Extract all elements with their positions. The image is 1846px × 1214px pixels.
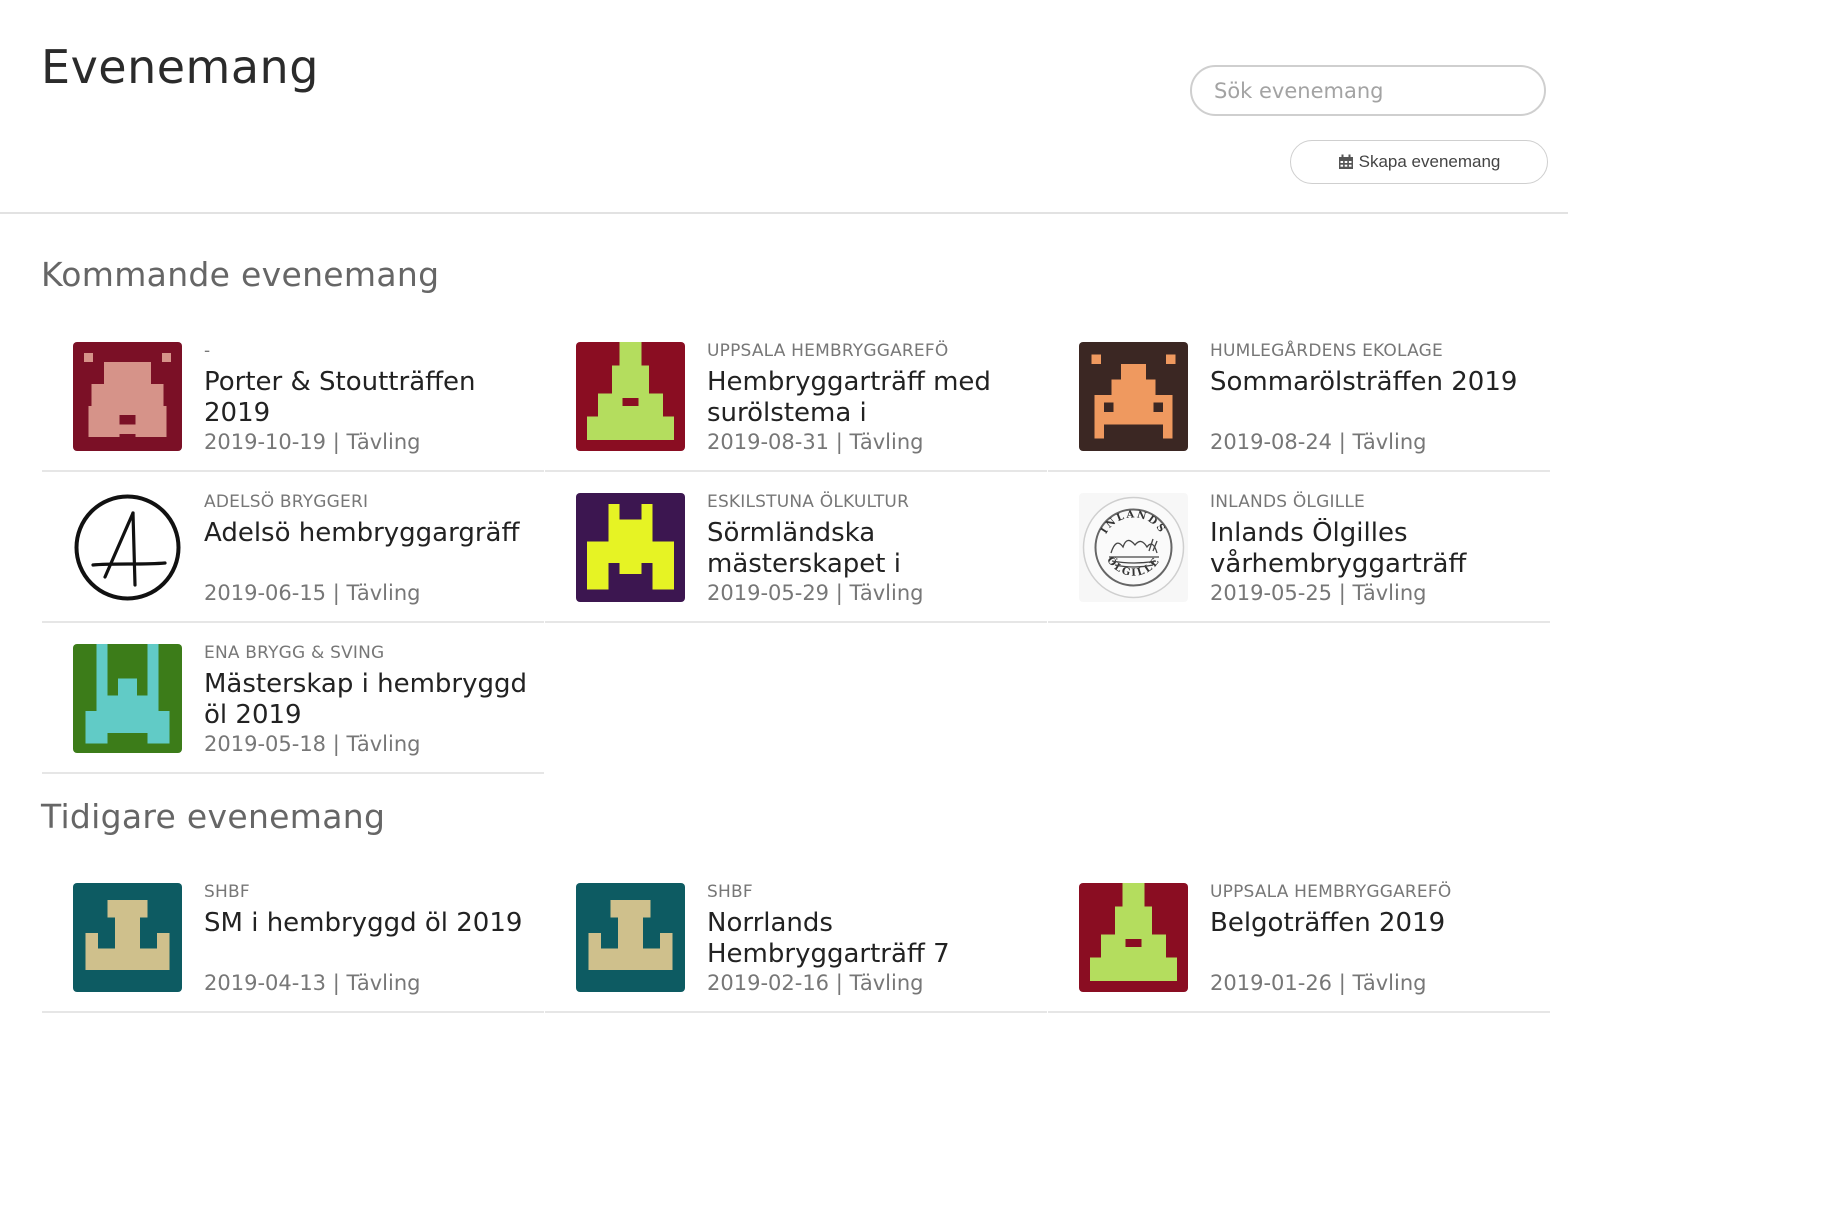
event-type: Tävling [346, 732, 421, 756]
event-organizer: ESKILSTUNA ÖLKULTUR [707, 492, 910, 512]
event-card[interactable]: - Porter & Stoutträffen 2019 2019-10-19 | … [42, 321, 544, 472]
event-title[interactable]: Inlands Ölgilles vårhembryggarträff [1210, 518, 1544, 580]
meta-separator: | [326, 581, 347, 605]
event-title[interactable]: Norrlands Hembryggarträff 7 [707, 908, 1041, 970]
event-type: Tävling [346, 971, 421, 995]
event-type: Tävling [849, 581, 924, 605]
shbf-logo-icon [73, 883, 182, 992]
event-organizer: ADELSÖ BRYGGERI [204, 492, 369, 512]
meta-separator: | [829, 430, 850, 454]
upcoming-section-title: Kommande evenemang [41, 255, 440, 294]
event-card[interactable]: ESKILSTUNA ÖLKULTUR Sörmländska mästerska… [545, 472, 1047, 623]
event-card[interactable]: SHBF Norrlands Hembryggarträff 7 2019-02-1… [545, 862, 1047, 1013]
event-date: 2019-06-15 [204, 581, 327, 605]
event-type: Tävling [1352, 581, 1427, 605]
event-meta: 2019-01-26 | Tävling [1210, 971, 1426, 995]
past-section-title: Tidigare evenemang [41, 797, 386, 836]
event-organizer: SHBF [707, 882, 753, 902]
event-organizer: - [204, 341, 211, 361]
inlands-logo-icon: INLANDS ÖLGILLE [1079, 493, 1188, 602]
page-title: Evenemang [41, 40, 319, 94]
event-organizer: INLANDS ÖLGILLE [1210, 492, 1365, 512]
porter-logo-icon [73, 342, 182, 451]
meta-separator: | [1332, 581, 1353, 605]
meta-separator: | [829, 581, 850, 605]
meta-separator: | [326, 971, 347, 995]
meta-separator: | [829, 971, 850, 995]
event-meta: 2019-05-29 | Tävling [707, 581, 923, 605]
upcoming-events-grid: - Porter & Stoutträffen 2019 2019-10-19 | … [42, 321, 1550, 774]
event-meta: 2019-08-31 | Tävling [707, 430, 923, 454]
uppsala-logo-icon [576, 342, 685, 451]
event-organizer: ENA BRYGG & SVING [204, 643, 385, 663]
event-title[interactable]: Mästerskap i hembryggd öl 2019 [204, 669, 538, 731]
event-organizer: HUMLEGÅRDENS EKOLAGE [1210, 341, 1443, 361]
event-date: 2019-01-26 [1210, 971, 1333, 995]
event-date: 2019-08-31 [707, 430, 830, 454]
event-meta: 2019-06-15 | Tävling [204, 581, 420, 605]
event-card[interactable]: ENA BRYGG & SVING Mästerskap i hembryggd … [42, 623, 544, 774]
humlegarden-logo-icon [1079, 342, 1188, 451]
meta-separator: | [1332, 971, 1353, 995]
event-card[interactable]: SHBF SM i hembryggd öl 2019 2019-04-13 | T… [42, 862, 544, 1013]
meta-separator: | [1332, 430, 1353, 454]
event-meta: 2019-02-16 | Tävling [707, 971, 923, 995]
create-event-label: Skapa evenemang [1358, 152, 1501, 171]
event-organizer: UPPSALA HEMBRYGGAREFÖ [1210, 882, 1452, 902]
meta-separator: | [326, 732, 347, 756]
event-title[interactable]: Sörmländska mästerskapet i [707, 518, 1041, 580]
event-title[interactable]: Belgoträffen 2019 [1210, 908, 1544, 970]
event-date: 2019-08-24 [1210, 430, 1333, 454]
event-meta: 2019-10-19 | Tävling [204, 430, 420, 454]
event-meta: 2019-05-18 | Tävling [204, 732, 420, 756]
event-meta: 2019-05-25 | Tävling [1210, 581, 1426, 605]
event-meta: 2019-08-24 | Tävling [1210, 430, 1426, 454]
event-type: Tävling [849, 971, 924, 995]
event-type: Tävling [346, 581, 421, 605]
eskilstuna-logo-icon [576, 493, 685, 602]
past-events-grid: SHBF SM i hembryggd öl 2019 2019-04-13 | T… [42, 862, 1550, 1013]
event-card[interactable]: HUMLEGÅRDENS EKOLAGE Sommarölsträffen 201… [1048, 321, 1550, 472]
event-title[interactable]: Sommarölsträffen 2019 [1210, 367, 1544, 429]
event-title[interactable]: Hembryggarträff med surölstema i [707, 367, 1041, 429]
event-type: Tävling [849, 430, 924, 454]
event-card[interactable]: INLANDS ÖLGILLE INLANDS ÖLGILLE Inlands Ölg… [1048, 472, 1550, 623]
search-input[interactable] [1190, 65, 1546, 116]
event-date: 2019-02-16 [707, 971, 830, 995]
uppsala-logo-icon [1079, 883, 1188, 992]
event-organizer: UPPSALA HEMBRYGGAREFÖ [707, 341, 949, 361]
shbf-logo-icon [576, 883, 685, 992]
event-title[interactable]: Porter & Stoutträffen 2019 [204, 367, 538, 429]
event-type: Tävling [1352, 430, 1427, 454]
adelso-logo-icon [73, 493, 182, 602]
event-type: Tävling [1352, 971, 1427, 995]
create-event-button[interactable]: Skapa evenemang [1290, 140, 1548, 184]
ena-logo-icon [73, 644, 182, 753]
calendar-icon [1338, 154, 1353, 169]
event-card[interactable]: UPPSALA HEMBRYGGAREFÖ Belgoträffen 2019 20… [1048, 862, 1550, 1013]
event-card[interactable]: UPPSALA HEMBRYGGAREFÖ Hembryggarträff med… [545, 321, 1047, 472]
event-date: 2019-10-19 [204, 430, 327, 454]
event-date: 2019-04-13 [204, 971, 327, 995]
event-title[interactable]: Adelsö hembryggargräff [204, 518, 538, 580]
page-header: Evenemang Skapa evenemang [0, 0, 1568, 214]
event-organizer: SHBF [204, 882, 250, 902]
event-title[interactable]: SM i hembryggd öl 2019 [204, 908, 538, 970]
event-type: Tävling [346, 430, 421, 454]
meta-separator: | [326, 430, 347, 454]
event-meta: 2019-04-13 | Tävling [204, 971, 420, 995]
event-date: 2019-05-18 [204, 732, 327, 756]
event-card[interactable]: ADELSÖ BRYGGERI Adelsö hembryggargräff 201… [42, 472, 544, 623]
event-date: 2019-05-25 [1210, 581, 1333, 605]
event-date: 2019-05-29 [707, 581, 830, 605]
